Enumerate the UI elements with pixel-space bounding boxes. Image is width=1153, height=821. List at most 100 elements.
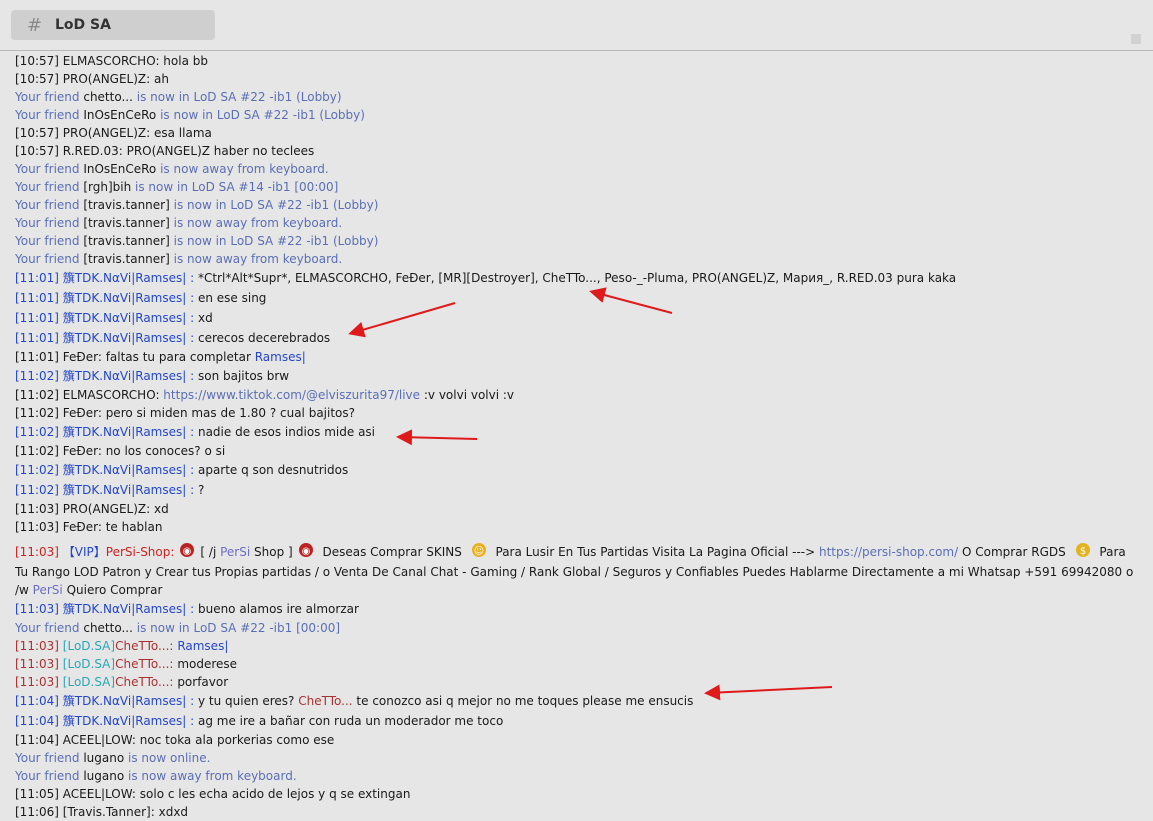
friend-name[interactable]: [travis.tanner]: [83, 252, 169, 266]
nickname[interactable]: 籏TDK.NαVi|Ramses|: [63, 271, 187, 285]
nickname[interactable]: FeĐer: [63, 350, 98, 364]
mention[interactable]: Ramses|: [177, 639, 228, 653]
nickname[interactable]: 籏TDK.NαVi|Ramses|: [63, 291, 187, 305]
nickname[interactable]: 籏TDK.NαVi|Ramses|: [63, 602, 187, 616]
chat-log[interactable]: [10:57] ELMASCORCHO: hola bb [10:57] PRO(…: [15, 52, 1141, 821]
nickname[interactable]: [Travis.Tanner]: [63, 805, 151, 819]
mention[interactable]: CheTTo...: [298, 694, 352, 708]
channel-tab-label: LoD SA: [55, 17, 111, 33]
separator: :: [186, 483, 198, 497]
nickname[interactable]: 籏TDK.NαVi|Ramses|: [63, 694, 187, 708]
friend-prefix: Your friend: [15, 252, 84, 266]
chat-line: [11:03] 籏TDK.NαVi|Ramses| : bueno alamos…: [15, 599, 1141, 619]
svg-text:☺: ☺: [473, 546, 483, 557]
separator: :: [186, 602, 198, 616]
friend-status: is now online.: [124, 751, 211, 765]
message-text: en ese sing: [197, 291, 267, 305]
nickname[interactable]: 籏TDK.NαVi|Ramses|: [63, 714, 187, 728]
nickname[interactable]: ELMASCORCHO: [63, 54, 156, 68]
nickname[interactable]: FeĐer: [63, 520, 98, 534]
scrollbar-corner[interactable]: [1131, 34, 1141, 44]
chat-line: [11:03] [LoD.SA]CheTTo...: porfavor: [15, 673, 1141, 691]
nickname[interactable]: FeĐer: [63, 406, 98, 420]
friend-prefix: Your friend: [15, 621, 84, 635]
friend-name[interactable]: InOsEnCeRo: [83, 108, 156, 122]
nickname[interactable]: PRO(ANGEL)Z: [63, 72, 146, 86]
mention[interactable]: PerSi: [220, 545, 250, 559]
nickname[interactable]: 籏TDK.NαVi|Ramses|: [63, 331, 187, 345]
svg-text:◉: ◉: [183, 546, 192, 557]
message-text: pura kaka: [892, 271, 957, 285]
message-text: noc toka ala porkerias como ese: [139, 733, 335, 747]
mention[interactable]: PerSi: [33, 583, 63, 597]
message-text: porfavor: [177, 675, 229, 689]
nickname[interactable]: R.RED.03: [63, 144, 119, 158]
friend-name[interactable]: InOsEnCeRo: [83, 162, 156, 176]
timestamp: [11:01]: [15, 350, 59, 364]
friend-name[interactable]: [travis.tanner]: [83, 216, 169, 230]
vip-tag: 【VIP】: [62, 545, 106, 559]
nickname[interactable]: 籏TDK.NαVi|Ramses|: [63, 311, 187, 325]
separator: :: [146, 72, 154, 86]
nickname[interactable]: CheTTo...:: [115, 657, 173, 671]
chat-line: [11:03] FeĐer: te hablan: [15, 518, 1141, 536]
timestamp: [11:02]: [15, 483, 59, 497]
message-link[interactable]: https://persi-shop.com/: [819, 545, 958, 559]
separator: :: [97, 350, 106, 364]
friend-status: is now away from keyboard.: [156, 162, 329, 176]
chat-line: [11:02] 籏TDK.NαVi|Ramses| : nadie de eso…: [15, 422, 1141, 442]
message-text: esa llama: [154, 126, 212, 140]
nickname[interactable]: 籏TDK.NαVi|Ramses|: [63, 483, 187, 497]
friend-name[interactable]: [travis.tanner]: [83, 198, 169, 212]
separator: :: [186, 425, 198, 439]
clan-tag[interactable]: [LoD.SA]: [63, 675, 115, 689]
chat-line: [11:03] [LoD.SA]CheTTo...: Ramses|: [15, 637, 1141, 655]
friend-name[interactable]: [rgh]bih: [83, 180, 131, 194]
mention[interactable]: Ramses|: [255, 350, 306, 364]
message-text: moderese: [177, 657, 238, 671]
nickname[interactable]: PRO(ANGEL)Z: [63, 126, 146, 140]
message-text: Shop ]: [250, 545, 293, 559]
party-emoji-icon: ☺: [470, 542, 488, 563]
timestamp: [11:03]: [15, 675, 59, 689]
timestamp: [11:03]: [15, 602, 59, 616]
friend-name[interactable]: lugano: [83, 751, 124, 765]
separator: :: [97, 444, 106, 458]
nickname[interactable]: 籏TDK.NαVi|Ramses|: [63, 463, 187, 477]
message-text: solo c les echa acido de lejos y q se ex…: [139, 787, 411, 801]
chat-line: [11:02] 籏TDK.NαVi|Ramses| : ?: [15, 480, 1141, 500]
nickname[interactable]: 籏TDK.NαVi|Ramses|: [63, 369, 187, 383]
friend-name[interactable]: chetto...: [83, 621, 133, 635]
nickname[interactable]: ACEEL|LOW: [63, 733, 132, 747]
timestamp: [11:03]: [15, 502, 59, 516]
separator: :: [186, 463, 198, 477]
nickname[interactable]: ACEEL|LOW: [63, 787, 132, 801]
friend-name[interactable]: chetto...: [83, 90, 133, 104]
nickname[interactable]: ELMASCORCHO: [63, 388, 156, 402]
nickname[interactable]: PerSi-Shop:: [106, 545, 175, 559]
channel-tab[interactable]: # LoD SA: [11, 10, 215, 40]
nickname[interactable]: 籏TDK.NαVi|Ramses|: [63, 425, 187, 439]
nickname[interactable]: CheTTo...:: [115, 639, 173, 653]
nickname[interactable]: CheTTo...:: [115, 675, 173, 689]
timestamp: [11:02]: [15, 388, 59, 402]
chat-line: [11:06] [Travis.Tanner]: xdxd: [15, 803, 1141, 821]
clan-tag[interactable]: [LoD.SA]: [63, 657, 115, 671]
friend-status: is now away from keyboard.: [169, 216, 343, 230]
nickname[interactable]: FeĐer: [63, 444, 98, 458]
nickname[interactable]: PRO(ANGEL)Z: [63, 502, 146, 516]
message-text: O Comprar RGDS: [958, 545, 1070, 559]
message-text: [ /j: [200, 545, 221, 559]
timestamp: [10:57]: [15, 126, 59, 140]
friend-name[interactable]: [travis.tanner]: [83, 234, 169, 248]
friend-status-line: Your friend InOsEnCeRo is now in LoD SA …: [15, 106, 1141, 124]
message-link[interactable]: https://www.tiktok.com/@elviszurita97/li…: [163, 388, 420, 402]
friend-name[interactable]: lugano: [83, 769, 124, 783]
message-text: no los conoces? o si: [105, 444, 226, 458]
timestamp: [11:02]: [15, 425, 59, 439]
message-text: *Ctrl*Alt*Supr*, ELMASCORCHO, FeĐer, [MR…: [197, 271, 837, 285]
coins-icon: $: [1074, 542, 1092, 563]
timestamp: [10:57]: [15, 72, 59, 86]
separator: :: [97, 520, 106, 534]
clan-tag[interactable]: [LoD.SA]: [63, 639, 115, 653]
